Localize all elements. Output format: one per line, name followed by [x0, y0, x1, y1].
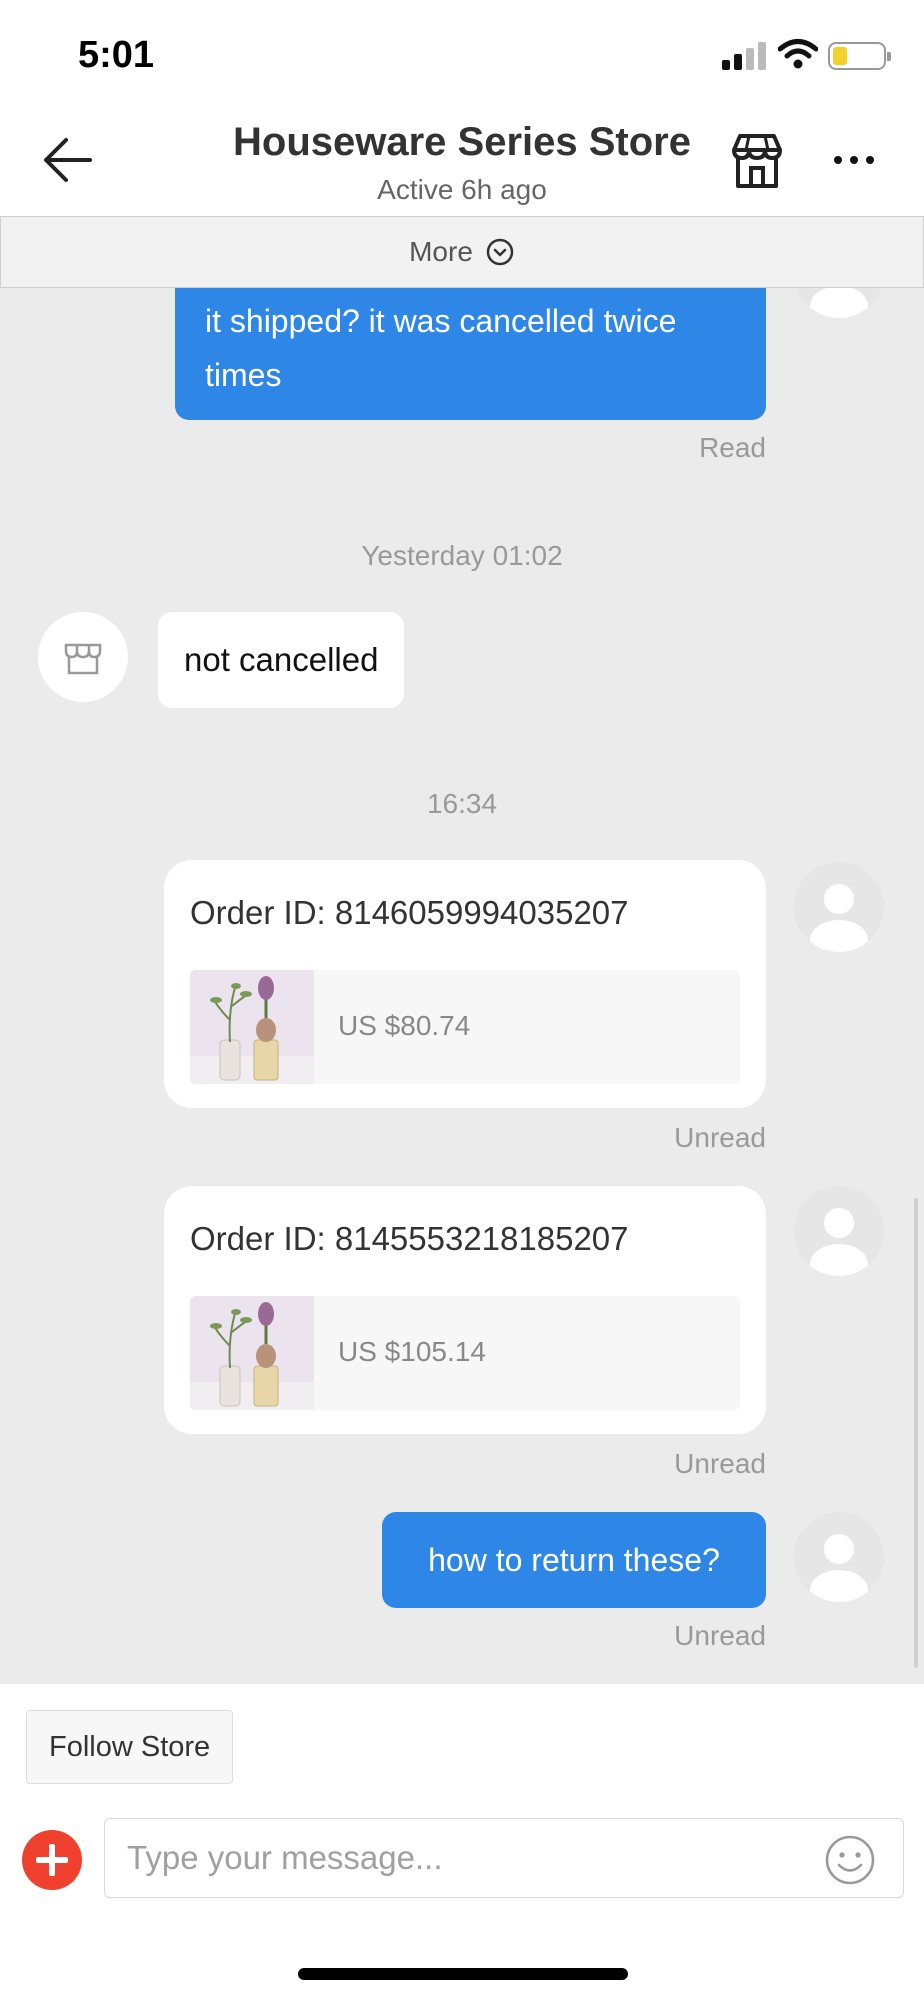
- message-text-line: times: [205, 357, 282, 393]
- product-row[interactable]: US $80.74: [190, 970, 740, 1084]
- timestamp: Yesterday 01:02: [361, 540, 563, 571]
- add-attachment-button[interactable]: [22, 1830, 82, 1890]
- timestamp: 16:34: [426, 788, 498, 819]
- user-avatar: [794, 1512, 884, 1602]
- product-price: US $80.74: [338, 1010, 471, 1041]
- order-id: Order ID: 8145553218185207: [190, 1220, 629, 1257]
- user-avatar: [794, 288, 884, 318]
- outgoing-message[interactable]: how to return these?: [382, 1512, 766, 1608]
- battery-icon: [828, 42, 891, 70]
- user-avatar: [794, 1186, 884, 1276]
- user-avatar: [794, 862, 884, 952]
- more-bar[interactable]: More: [0, 216, 924, 288]
- emoji-icon[interactable]: [824, 1834, 876, 1886]
- store-avatar[interactable]: [38, 612, 128, 702]
- product-thumbnail: [190, 970, 314, 1084]
- read-receipt: Unread: [674, 1122, 766, 1153]
- store-icon[interactable]: [726, 130, 788, 192]
- status-time: 5:01: [78, 34, 155, 76]
- home-indicator[interactable]: [298, 1968, 628, 1980]
- chevron-down-circle-icon: [486, 238, 514, 266]
- order-card[interactable]: Order ID: 8146059994035207 US $80.74: [164, 860, 766, 1108]
- order-card[interactable]: Order ID: 8145553218185207 US $105.14: [164, 1186, 766, 1434]
- chat-message-list[interactable]: it shipped? it was cancelled twice times…: [0, 288, 924, 1684]
- read-receipt: Read: [699, 432, 766, 463]
- message-text-line: it shipped? it was cancelled twice: [205, 303, 677, 339]
- composer-area: Follow Store: [0, 1684, 924, 2000]
- wifi-icon: [778, 39, 818, 69]
- read-receipt: Unread: [674, 1620, 766, 1651]
- more-bar-label: More: [409, 236, 473, 267]
- product-row[interactable]: US $105.14: [190, 1296, 740, 1410]
- product-thumbnail: [190, 1296, 314, 1410]
- cellular-signal-icon: [722, 40, 766, 70]
- incoming-message[interactable]: not cancelled: [158, 612, 405, 708]
- chat-header: Houseware Series Store Active 6h ago: [0, 110, 924, 216]
- outgoing-message[interactable]: it shipped? it was cancelled twice times: [175, 288, 766, 420]
- more-dots-icon[interactable]: [830, 140, 880, 180]
- product-price: US $105.14: [338, 1336, 486, 1367]
- order-id: Order ID: 8146059994035207: [190, 894, 629, 931]
- status-bar: 5:01: [0, 0, 924, 110]
- follow-store-button[interactable]: Follow Store: [26, 1710, 234, 1784]
- read-receipt: Unread: [674, 1448, 766, 1479]
- store-icon: [64, 643, 102, 675]
- message-input[interactable]: [104, 1818, 904, 1898]
- scrollbar[interactable]: [914, 1198, 918, 1668]
